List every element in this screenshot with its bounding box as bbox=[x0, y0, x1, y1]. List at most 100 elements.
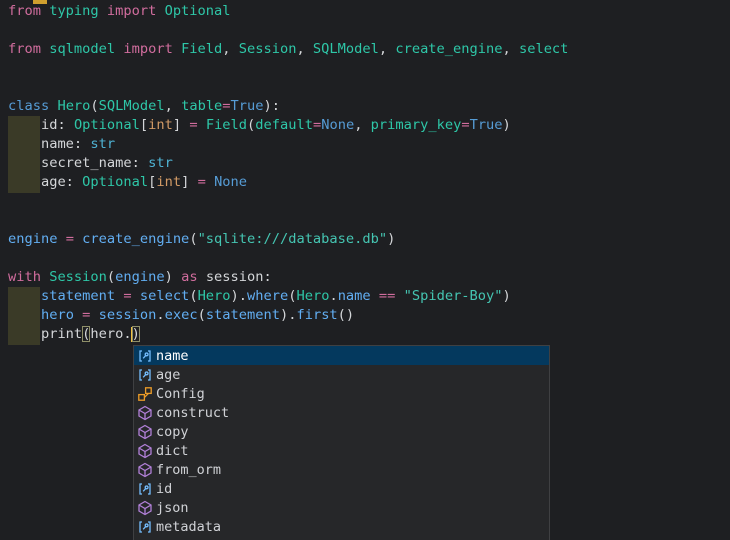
code-line: age: Optional[int] = None bbox=[8, 173, 568, 192]
code-line: secret_name: str bbox=[8, 154, 568, 173]
code-line: id: Optional[int] = Field(default=None, … bbox=[8, 116, 568, 135]
code-token: session: bbox=[206, 269, 272, 285]
code-token: session bbox=[99, 307, 157, 323]
bracket-match: ) bbox=[132, 326, 140, 342]
code-token: sqlmodel bbox=[49, 41, 123, 57]
code-token: "Spider-Boy" bbox=[404, 288, 503, 304]
code-token: () bbox=[338, 307, 354, 323]
code-token: ): bbox=[264, 98, 280, 114]
code-token: statement bbox=[206, 307, 280, 323]
code-token: = bbox=[82, 307, 98, 323]
suggestion-label: construct bbox=[156, 405, 229, 421]
code-token: hero. bbox=[90, 326, 131, 342]
code-token: , bbox=[502, 41, 518, 57]
code-token: ) bbox=[165, 269, 181, 285]
method-icon bbox=[137, 405, 153, 421]
code-line bbox=[8, 192, 568, 211]
code-token: Field bbox=[181, 41, 222, 57]
code-token: int bbox=[148, 117, 173, 133]
code-token: None bbox=[214, 174, 247, 190]
code-token: import bbox=[123, 41, 181, 57]
code-token: . bbox=[329, 288, 337, 304]
code-token: SQLModel bbox=[99, 98, 165, 114]
code-token: ( bbox=[107, 269, 115, 285]
code-token: with bbox=[8, 269, 49, 285]
code-token: "sqlite:///database.db" bbox=[198, 231, 388, 247]
code-token: select bbox=[140, 288, 189, 304]
suggestion-label: id bbox=[156, 481, 172, 497]
code-token: Optional bbox=[165, 3, 231, 19]
code-lines: from typing import Optionalfrom sqlmodel… bbox=[8, 2, 568, 344]
suggestion-item[interactable]: from_orm bbox=[134, 460, 549, 479]
suggestion-label: name bbox=[156, 348, 189, 364]
code-token: = bbox=[461, 117, 469, 133]
code-token: create_engine bbox=[395, 41, 502, 57]
code-token: hero bbox=[41, 307, 82, 323]
code-token: int bbox=[156, 174, 181, 190]
code-token: Hero bbox=[198, 288, 231, 304]
code-line: engine = create_engine("sqlite:///databa… bbox=[8, 230, 568, 249]
autocomplete-popup[interactable]: name age Config construct bbox=[133, 345, 550, 540]
symbol-icon bbox=[137, 348, 153, 364]
code-token: str bbox=[148, 155, 173, 171]
code-line: name: str bbox=[8, 135, 568, 154]
code-token: age: bbox=[8, 174, 82, 190]
code-line: with Session(engine) as session: bbox=[8, 268, 568, 287]
code-token: str bbox=[90, 136, 115, 152]
method-icon bbox=[137, 500, 153, 516]
code-line: print(hero.) bbox=[8, 325, 568, 344]
code-line bbox=[8, 249, 568, 268]
code-token: ). bbox=[280, 307, 296, 323]
code-token: name: bbox=[8, 136, 90, 152]
suggestion-item[interactable]: metadata bbox=[134, 517, 549, 536]
suggestion-item[interactable]: copy bbox=[134, 422, 549, 441]
code-token: from bbox=[8, 3, 49, 19]
code-token: , bbox=[296, 41, 312, 57]
code-token: = bbox=[313, 117, 321, 133]
code-token: ( bbox=[90, 98, 98, 114]
suggestion-label: dict bbox=[156, 443, 189, 459]
code-editor[interactable]: from typing import Optionalfrom sqlmodel… bbox=[0, 0, 730, 540]
code-token bbox=[8, 307, 41, 323]
symbol-icon bbox=[137, 500, 153, 516]
suggestion-item[interactable]: dict bbox=[134, 441, 549, 460]
code-token: ) bbox=[503, 117, 511, 133]
code-token: id: bbox=[8, 117, 74, 133]
code-token: print bbox=[8, 326, 82, 342]
code-token: Field bbox=[206, 117, 247, 133]
code-line bbox=[8, 21, 568, 40]
symbol-icon bbox=[137, 424, 153, 440]
suggestion-label: json bbox=[156, 500, 189, 516]
code-token: Hero bbox=[57, 98, 90, 114]
code-token: = bbox=[66, 231, 82, 247]
suggestion-item[interactable]: json bbox=[134, 498, 549, 517]
suggestion-item[interactable]: construct bbox=[134, 403, 549, 422]
suggestion-item[interactable]: age bbox=[134, 365, 549, 384]
code-token: as bbox=[181, 269, 206, 285]
code-token: Session bbox=[239, 41, 297, 57]
field-icon bbox=[137, 367, 153, 383]
code-line: hero = session.exec(statement).first() bbox=[8, 306, 568, 325]
suggestion-item[interactable]: id bbox=[134, 479, 549, 498]
code-token: [ bbox=[140, 117, 148, 133]
code-token: engine bbox=[115, 269, 164, 285]
code-token: SQLModel bbox=[313, 41, 379, 57]
code-token: ). bbox=[231, 288, 247, 304]
code-token: Session bbox=[49, 269, 107, 285]
method-icon bbox=[137, 462, 153, 478]
code-token: select bbox=[519, 41, 568, 57]
code-token: where bbox=[247, 288, 288, 304]
suggestion-label: age bbox=[156, 367, 180, 383]
code-token: first bbox=[296, 307, 337, 323]
suggestion-item[interactable]: Config bbox=[134, 384, 549, 403]
field-icon bbox=[137, 348, 153, 364]
code-token bbox=[8, 288, 41, 304]
code-token: from bbox=[8, 41, 49, 57]
suggestion-item[interactable]: name bbox=[134, 346, 549, 365]
method-icon bbox=[137, 443, 153, 459]
code-token: Optional bbox=[74, 117, 140, 133]
code-token: , bbox=[165, 98, 181, 114]
code-token: = bbox=[222, 98, 230, 114]
code-token: , bbox=[222, 41, 238, 57]
code-token: None bbox=[321, 117, 354, 133]
